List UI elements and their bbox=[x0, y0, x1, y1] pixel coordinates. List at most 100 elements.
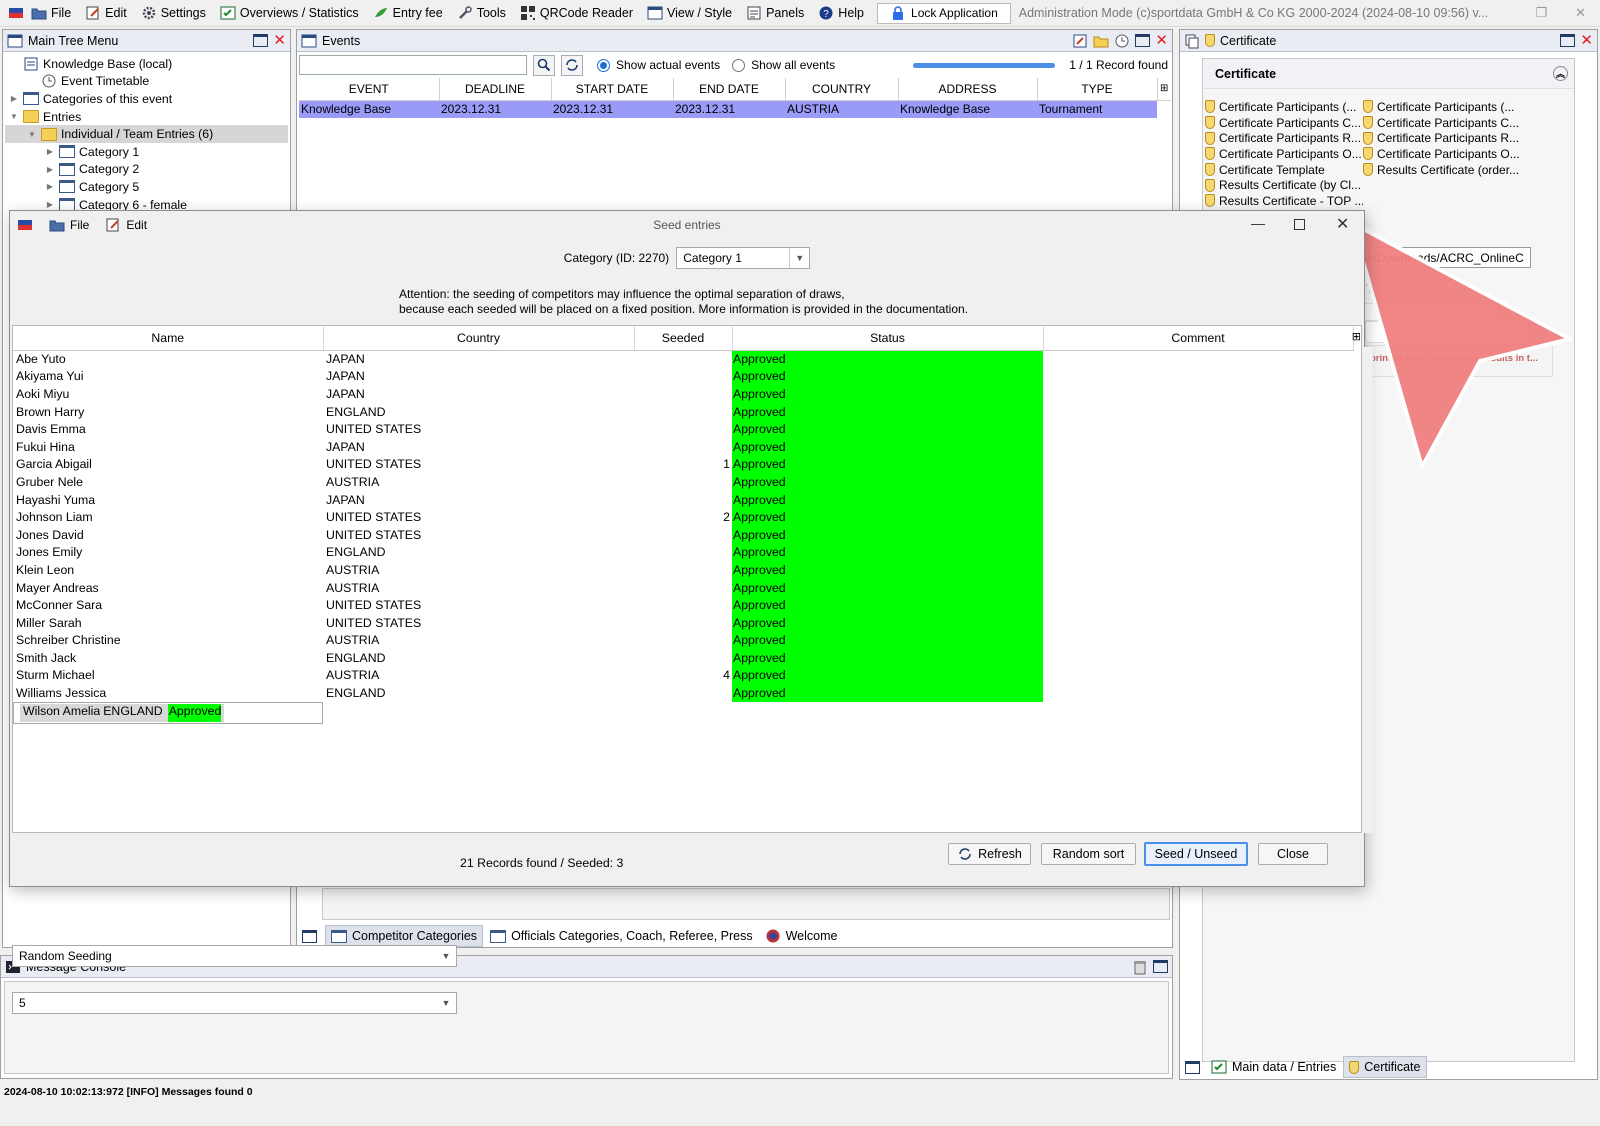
edit-event-icon[interactable] bbox=[1072, 33, 1088, 49]
tree-item[interactable]: Knowledge Base (local) bbox=[5, 55, 288, 73]
maximize-panel-icon[interactable] bbox=[1135, 34, 1151, 47]
panel-restore-icon[interactable] bbox=[1185, 1060, 1200, 1074]
competitor-seeded[interactable] bbox=[634, 385, 732, 403]
events-column-header[interactable]: EVENT bbox=[299, 78, 440, 101]
seed-row[interactable]: Brown Harry ENGLAND Approved bbox=[13, 402, 1353, 421]
certificate-item[interactable]: Certificate Participants C... bbox=[1363, 115, 1521, 131]
maximize-panel-icon[interactable] bbox=[253, 34, 269, 47]
competitor-comment[interactable] bbox=[1043, 596, 1353, 614]
competitor-comment[interactable] bbox=[221, 704, 225, 722]
seed-row[interactable]: Johnson Liam UNITED STATES 2 Approved bbox=[13, 508, 1353, 526]
seed-row[interactable]: Gruber Nele AUSTRIA Approved bbox=[13, 473, 1353, 491]
seed-row[interactable]: Sturm Michael AUSTRIA 4 Approved bbox=[13, 666, 1353, 685]
seed-row[interactable]: Hayashi Yuma JAPAN Approved bbox=[13, 490, 1353, 509]
certificate-item[interactable]: Certificate Participants O... bbox=[1205, 146, 1363, 162]
competitor-seeded[interactable] bbox=[634, 544, 732, 562]
competitor-comment[interactable] bbox=[1043, 456, 1353, 474]
competitor-comment[interactable] bbox=[1043, 632, 1353, 650]
seed-unseed-button[interactable]: Seed / Unseed bbox=[1144, 842, 1248, 866]
expand-toggle-icon[interactable]: ▼ bbox=[9, 112, 19, 121]
restore-window-icon[interactable]: ❐ bbox=[1521, 5, 1561, 21]
refresh-events-button[interactable] bbox=[561, 54, 583, 76]
competitor-comment[interactable] bbox=[1043, 508, 1353, 526]
tab-certificate[interactable]: Certificate bbox=[1343, 1056, 1427, 1078]
competitor-seeded[interactable] bbox=[634, 473, 732, 491]
menu-help[interactable]: ? Help bbox=[811, 0, 871, 27]
seed-row[interactable]: Garcia Abigail UNITED STATES 1 Approved bbox=[13, 455, 1353, 474]
expand-toggle-icon[interactable]: ▶ bbox=[9, 94, 19, 103]
competitor-seeded[interactable] bbox=[634, 350, 732, 368]
grid-column-header[interactable]: Country bbox=[323, 326, 635, 351]
certificate-item[interactable]: Results Certificate (by Cl... bbox=[1205, 177, 1363, 193]
dialog-minimize-icon[interactable]: — bbox=[1251, 215, 1265, 231]
seed-row[interactable]: Jones David UNITED STATES Approved bbox=[13, 525, 1353, 544]
menu-tools[interactable]: Tools bbox=[450, 0, 513, 27]
competitor-seeded[interactable] bbox=[634, 368, 732, 386]
copy-icon[interactable] bbox=[1184, 33, 1200, 49]
competitor-seeded[interactable] bbox=[634, 684, 732, 702]
tree-item[interactable]: ▶ Category 1 bbox=[5, 143, 288, 161]
competitor-seeded[interactable] bbox=[634, 403, 732, 421]
certificate-item[interactable]: Certificate Participants (... bbox=[1363, 99, 1521, 115]
expand-toggle-icon[interactable]: ▶ bbox=[45, 147, 55, 156]
events-column-header[interactable]: ADDRESS bbox=[898, 78, 1038, 101]
menu-entry-fee[interactable]: Entry fee bbox=[366, 0, 450, 27]
certificate-item[interactable]: Certificate Participants R... bbox=[1205, 130, 1363, 146]
events-row[interactable]: Knowledge Base 2023.12.31 2023.12.31 2023.1… bbox=[299, 100, 1171, 118]
tree-item[interactable]: ▶ Category 2 bbox=[5, 161, 288, 179]
maximize-panel-icon[interactable] bbox=[1153, 960, 1168, 973]
competitor-seeded[interactable] bbox=[634, 579, 732, 597]
expand-toggle-icon[interactable]: ▶ bbox=[45, 182, 55, 191]
certificate-item[interactable]: Results Certificate - TOP ... bbox=[1205, 193, 1363, 209]
random-sort-button[interactable]: Random sort bbox=[1041, 843, 1136, 865]
certificate-item[interactable]: Certificate Participants O... bbox=[1363, 146, 1521, 162]
open-folder-icon[interactable] bbox=[1093, 33, 1109, 49]
tab-categories[interactable]: Competitor Categories bbox=[325, 925, 484, 947]
competitor-seeded[interactable]: 2 bbox=[634, 508, 732, 526]
close-panel-icon[interactable]: ✕ bbox=[1155, 33, 1168, 48]
grid-column-header[interactable]: Name bbox=[13, 326, 324, 351]
grid-column-header[interactable]: Seeded bbox=[634, 326, 733, 351]
dialog-maximize-icon[interactable] bbox=[1294, 219, 1305, 230]
competitor-comment[interactable] bbox=[1043, 579, 1353, 597]
seeding-mode-select[interactable]: Random Seeding ▼ bbox=[12, 945, 457, 967]
menu-edit[interactable]: Edit bbox=[78, 0, 134, 27]
seed-row[interactable]: Aoki Miyu JAPAN Approved bbox=[13, 385, 1353, 403]
lock-application-button[interactable]: Lock Application bbox=[877, 2, 1011, 24]
competitor-seeded[interactable]: 1 bbox=[634, 456, 732, 474]
competitor-seeded[interactable] bbox=[634, 526, 732, 544]
seed-row[interactable]: Smith Jack ENGLAND Approved bbox=[13, 649, 1353, 667]
certificate-item[interactable]: Certificate Participants (... bbox=[1205, 99, 1363, 115]
competitor-comment[interactable] bbox=[1043, 350, 1353, 368]
events-column-header[interactable]: START DATE bbox=[551, 78, 674, 101]
grid-column-header[interactable]: Comment bbox=[1043, 326, 1354, 351]
seed-count-select[interactable]: 5 ▼ bbox=[12, 992, 457, 1014]
certificate-item[interactable]: Results Certificate (order... bbox=[1363, 162, 1521, 178]
seed-row[interactable]: Akiyama Yui JAPAN Approved bbox=[13, 367, 1353, 386]
competitor-comment[interactable] bbox=[1043, 561, 1353, 579]
menu-settings[interactable]: Settings bbox=[134, 0, 213, 27]
maximize-panel-icon[interactable] bbox=[1560, 34, 1576, 47]
tab-officials[interactable]: Officials Categories, Coach, Referee, Pr… bbox=[485, 925, 758, 947]
panel-restore-icon[interactable] bbox=[302, 929, 317, 943]
seed-row[interactable]: Wilson Amelia ENGLAND Approved bbox=[13, 701, 323, 724]
events-column-header[interactable]: DEADLINE bbox=[439, 78, 552, 101]
seed-row[interactable]: Mayer Andreas AUSTRIA Approved bbox=[13, 578, 1353, 597]
expand-toggle-icon[interactable]: ▶ bbox=[45, 165, 55, 174]
competitor-seeded[interactable] bbox=[634, 596, 732, 614]
competitor-comment[interactable] bbox=[1043, 491, 1353, 509]
seed-row[interactable]: Abe Yuto JAPAN Approved bbox=[13, 350, 1353, 368]
collapse-section-icon[interactable]: ︽ bbox=[1553, 66, 1568, 81]
competitor-comment[interactable] bbox=[1043, 614, 1353, 632]
competitor-seeded[interactable] bbox=[634, 614, 732, 632]
clock-icon[interactable] bbox=[1114, 33, 1130, 49]
competitor-seeded[interactable] bbox=[634, 438, 732, 456]
tree-item[interactable]: ▶ Categories of this event bbox=[5, 90, 288, 108]
menu-file[interactable]: File bbox=[24, 0, 78, 27]
menu-view-style[interactable]: View / Style bbox=[640, 0, 739, 27]
search-button[interactable] bbox=[533, 54, 555, 76]
close-panel-icon[interactable]: ✕ bbox=[273, 33, 286, 48]
competitor-comment[interactable] bbox=[1043, 368, 1353, 386]
dialog-menu-file[interactable]: File bbox=[49, 217, 89, 233]
seed-row[interactable]: Jones Emily ENGLAND Approved bbox=[13, 543, 1353, 562]
